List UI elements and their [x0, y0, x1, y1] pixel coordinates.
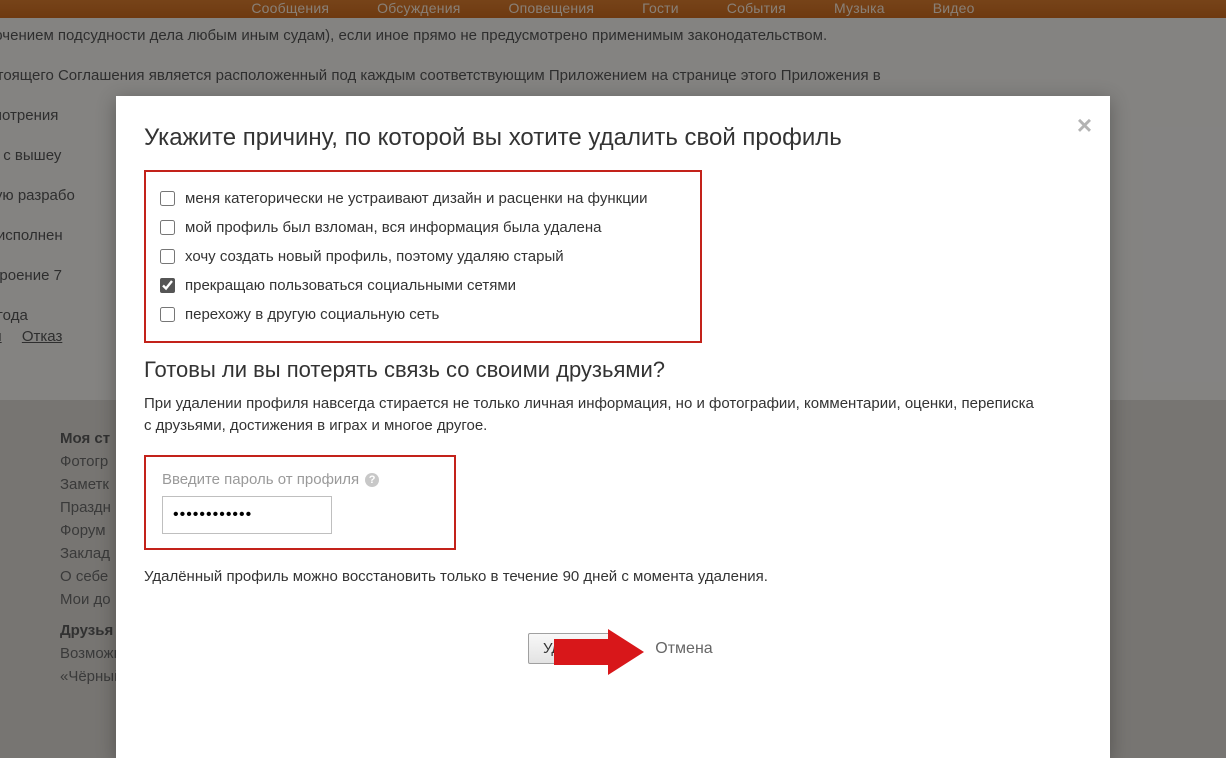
reason-checkbox[interactable]: [160, 249, 175, 264]
reason-checkbox[interactable]: [160, 191, 175, 206]
cancel-link[interactable]: Отмена: [655, 640, 712, 658]
help-icon[interactable]: ?: [365, 473, 379, 487]
warning-text: При удалении профиля навсегда стирается …: [144, 393, 1044, 437]
recover-note: Удалённый профиль можно восстановить тол…: [144, 568, 1086, 585]
reason-checkbox[interactable]: [160, 278, 175, 293]
modal-subtitle: Готовы ли вы потерять связь со своими др…: [144, 357, 1086, 383]
reason-label: меня категорически не устраивают дизайн …: [185, 190, 648, 207]
reason-option[interactable]: прекращаю пользоваться социальными сетям…: [160, 271, 686, 300]
reason-checkbox[interactable]: [160, 307, 175, 322]
reason-option[interactable]: меня категорически не устраивают дизайн …: [160, 184, 686, 213]
reason-list: меня категорически не устраивают дизайн …: [144, 170, 702, 343]
password-section: Введите пароль от профиля ?: [144, 455, 456, 550]
delete-profile-modal: × Укажите причину, по которой вы хотите …: [116, 96, 1110, 758]
password-label: Введите пароль от профиля ?: [162, 471, 438, 488]
reason-checkbox[interactable]: [160, 220, 175, 235]
annotation-arrow-icon: [554, 629, 644, 675]
close-icon[interactable]: ×: [1077, 112, 1092, 138]
reason-label: прекращаю пользоваться социальными сетям…: [185, 277, 516, 294]
reason-label: перехожу в другую социальную сеть: [185, 306, 439, 323]
reason-option[interactable]: перехожу в другую социальную сеть: [160, 300, 686, 329]
action-row: Удалить Отмена: [144, 633, 1086, 664]
password-input[interactable]: [162, 496, 332, 534]
reason-label: мой профиль был взломан, вся информация …: [185, 219, 601, 236]
reason-label: хочу создать новый профиль, поэтому удал…: [185, 248, 564, 265]
reason-option[interactable]: хочу создать новый профиль, поэтому удал…: [160, 242, 686, 271]
reason-option[interactable]: мой профиль был взломан, вся информация …: [160, 213, 686, 242]
modal-title: Укажите причину, по которой вы хотите уд…: [144, 124, 1086, 152]
